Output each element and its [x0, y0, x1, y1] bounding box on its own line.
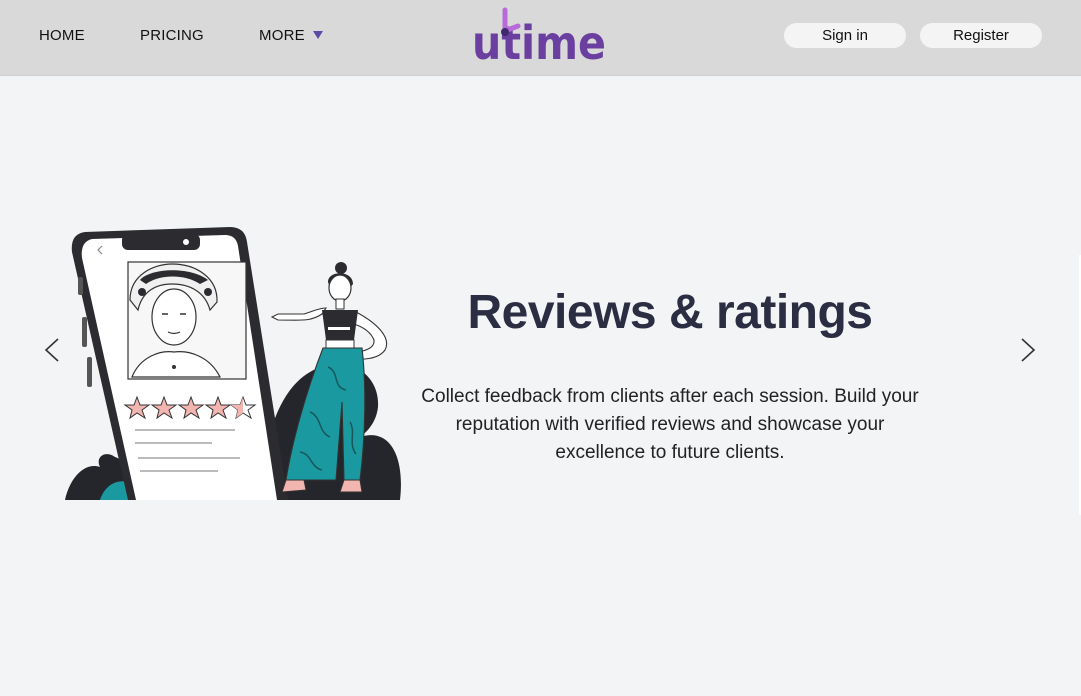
phone-side-button-1 — [78, 277, 83, 295]
profile-helmet-bolt-2 — [204, 288, 212, 296]
profile-collar-button — [172, 365, 176, 369]
nav-link-pricing[interactable]: PRICING — [140, 27, 204, 44]
woman-waist — [325, 339, 355, 349]
nav-link-home[interactable]: HOME — [39, 27, 85, 44]
phone-camera — [183, 239, 189, 245]
nav-link-more[interactable]: MORE — [259, 27, 323, 44]
phone-side-button-2 — [82, 317, 87, 347]
woman-head — [328, 274, 352, 302]
nav-more-label: MORE — [259, 27, 305, 44]
utime-logo[interactable]: utime — [472, 6, 612, 66]
woman-pointing-arm — [270, 307, 328, 321]
profile-face — [151, 288, 197, 346]
woman-neck — [335, 298, 345, 310]
slide-description: Collect feedback from clients after each… — [421, 386, 919, 463]
woman-top — [322, 310, 358, 340]
logo-text: utime — [472, 16, 606, 66]
woman-shoe-left — [281, 479, 307, 493]
carousel-next-button[interactable] — [1016, 336, 1040, 364]
slide-title: Reviews & ratings — [467, 286, 873, 339]
top-navbar: HOME PRICING MORE utime Sign in Register — [0, 0, 1081, 76]
woman-hair-bun — [335, 262, 347, 274]
chevron-right-icon — [1021, 338, 1036, 362]
reviews-illustration — [65, 227, 401, 500]
caret-down-icon — [312, 30, 323, 39]
logo-clock-dot — [501, 28, 509, 36]
woman-top-stripe — [328, 327, 350, 330]
woman-shoe-right — [339, 479, 363, 493]
sign-in-button[interactable]: Sign in — [784, 23, 906, 48]
phone-side-button-3 — [87, 357, 92, 387]
profile-helmet-bolt-1 — [138, 288, 146, 296]
register-button[interactable]: Register — [920, 23, 1042, 48]
